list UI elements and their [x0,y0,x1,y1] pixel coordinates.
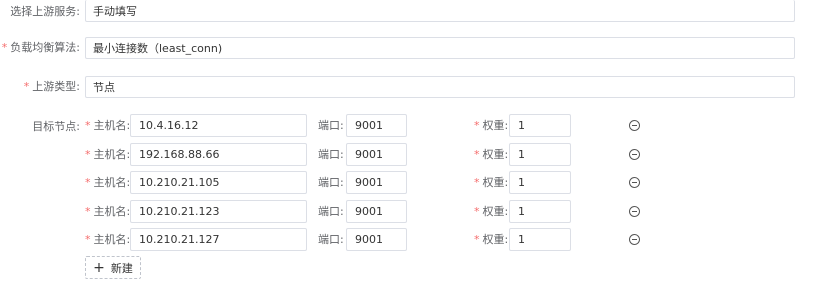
port-label: 端口: [318,119,344,132]
weight-value: 1 [518,233,525,246]
weight-input[interactable]: 1 [509,228,571,251]
port-value: 9001 [355,148,383,161]
weight-value: 1 [518,176,525,189]
required-mark: * [474,119,480,132]
remove-circle-icon[interactable] [629,234,640,245]
port-label: 端口: [318,205,344,218]
weight-label: * 权重: [474,233,509,246]
weight-value: 1 [518,119,525,132]
port-value: 9001 [355,176,383,189]
upstream-type-label: * 上游类型: [23,80,80,93]
upstream-form: 选择上游服务: 手动填写 * 负载均衡算法: 最小连接数（least_conn) … [0,0,831,289]
port-label: 端口: [318,233,344,246]
node-row: * 主机名: 192.168.88.66 端口: 9001 * 权重: 1 [0,143,831,167]
load-balance-label: * 负载均衡算法: [1,41,80,54]
node-row: * 主机名: 10.4.16.12 端口: 9001 * 权重: 1 [0,114,831,138]
host-input[interactable]: 192.168.88.66 [130,143,307,166]
remove-circle-icon[interactable] [629,177,640,188]
port-value: 9001 [355,233,383,246]
weight-label: * 权重: [474,205,509,218]
host-input[interactable]: 10.210.21.127 [130,228,307,251]
host-value: 10.210.21.127 [139,233,220,246]
required-mark: * [474,148,480,161]
port-input[interactable]: 9001 [346,200,407,223]
host-input[interactable]: 10.210.21.123 [130,200,307,223]
port-input[interactable]: 9001 [346,143,407,166]
host-value: 10.210.21.123 [139,205,220,218]
host-value: 192.168.88.66 [139,148,220,161]
required-mark: * [1,41,8,54]
add-node-label: 新建 [110,261,133,275]
port-label: 端口: [318,148,344,161]
port-input[interactable]: 9001 [346,228,407,251]
required-mark: * [474,205,480,218]
host-label: * 主机名: [85,176,131,189]
host-input[interactable]: 10.4.16.12 [130,114,307,137]
required-mark: * [85,119,91,132]
host-label: * 主机名: [85,233,131,246]
node-row: * 主机名: 10.210.21.127 端口: 9001 * 权重: 1 [0,228,831,252]
remove-circle-icon[interactable] [629,149,640,160]
host-value: 10.210.21.105 [139,176,220,189]
required-mark: * [85,176,91,189]
host-value: 10.4.16.12 [139,119,199,132]
port-input[interactable]: 9001 [346,114,407,137]
add-node-button[interactable]: + 新建 [85,256,141,279]
host-label: * 主机名: [85,205,131,218]
node-row: * 主机名: 10.210.21.123 端口: 9001 * 权重: 1 [0,200,831,224]
host-label: * 主机名: [85,148,131,161]
weight-label: * 权重: [474,119,509,132]
weight-label: * 权重: [474,148,509,161]
required-mark: * [85,205,91,218]
upstream-type-value: 节点 [93,81,115,94]
upstream-type-select[interactable]: 节点 [85,76,795,98]
port-value: 9001 [355,119,383,132]
weight-value: 1 [518,205,525,218]
port-input[interactable]: 9001 [346,171,407,194]
required-mark: * [474,233,480,246]
load-balance-select[interactable]: 最小连接数（least_conn) [85,37,795,59]
port-label: 端口: [318,176,344,189]
weight-input[interactable]: 1 [509,171,571,194]
upstream-service-value: 手动填写 [93,4,137,18]
required-mark: * [85,233,91,246]
remove-circle-icon[interactable] [629,120,640,131]
host-label: * 主机名: [85,119,131,132]
required-mark: * [85,148,91,161]
port-value: 9001 [355,205,383,218]
upstream-service-label: 选择上游服务: [10,5,80,18]
plus-icon: + [93,259,105,276]
remove-circle-icon[interactable] [629,206,640,217]
required-mark: * [474,176,480,189]
required-mark: * [23,80,30,93]
weight-value: 1 [518,148,525,161]
weight-input[interactable]: 1 [509,200,571,223]
host-input[interactable]: 10.210.21.105 [130,171,307,194]
upstream-service-select[interactable]: 手动填写 [85,0,795,22]
node-row: * 主机名: 10.210.21.105 端口: 9001 * 权重: 1 [0,171,831,195]
weight-input[interactable]: 1 [509,143,571,166]
load-balance-value: 最小连接数（least_conn) [93,42,223,55]
weight-label: * 权重: [474,176,509,189]
weight-input[interactable]: 1 [509,114,571,137]
